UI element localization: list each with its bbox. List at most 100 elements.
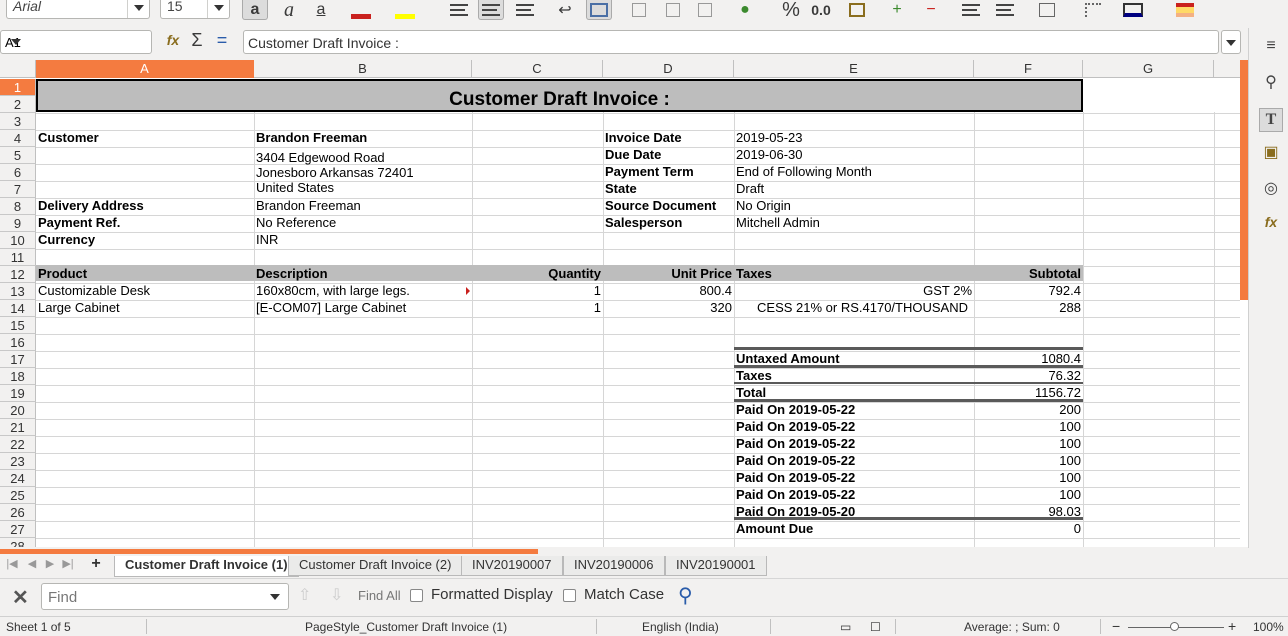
row-header-4[interactable]: 4 xyxy=(0,130,36,147)
invoice-title-cell[interactable]: Customer Draft Invoice : xyxy=(36,79,1083,112)
currency-value[interactable]: INR xyxy=(254,231,472,248)
row-header-5[interactable]: 5 xyxy=(0,147,36,164)
tab-inv20190007[interactable]: INV20190007 xyxy=(461,556,563,576)
find-input[interactable]: Find xyxy=(41,583,289,610)
due-date-value[interactable]: 2019-06-30 xyxy=(734,146,974,163)
zoom-slider-handle[interactable] xyxy=(1170,622,1179,631)
chevron-down-icon[interactable] xyxy=(207,0,229,18)
totals-value[interactable]: 100 xyxy=(974,435,1083,452)
source-document-value[interactable]: No Origin xyxy=(734,197,974,214)
column-header-g[interactable]: G xyxy=(1083,60,1214,78)
invoice-date-label[interactable]: Invoice Date xyxy=(603,129,734,146)
date-format-button[interactable] xyxy=(844,0,870,20)
column-header-f[interactable]: F xyxy=(974,60,1083,78)
add-decimal-button[interactable]: + xyxy=(884,0,910,20)
row-header-12[interactable]: 12 xyxy=(0,266,36,283)
zoom-out-icon[interactable]: − xyxy=(1112,618,1120,634)
totals-value[interactable]: 100 xyxy=(974,418,1083,435)
row-header-14[interactable]: 14 xyxy=(0,300,36,317)
row-header-13[interactable]: 13 xyxy=(0,283,36,300)
row-header-15[interactable]: 15 xyxy=(0,317,36,334)
zoom-level[interactable]: 100% xyxy=(1253,620,1284,634)
functions-icon[interactable]: fx xyxy=(1259,210,1283,234)
column-header-c[interactable]: C xyxy=(472,60,603,78)
vertical-scrollbar[interactable] xyxy=(1240,60,1248,547)
unit-price-header[interactable]: Unit Price xyxy=(603,265,734,282)
totals-value[interactable]: 100 xyxy=(974,469,1083,486)
row-header-11[interactable]: 11 xyxy=(0,249,36,266)
expand-formula-bar-button[interactable] xyxy=(1221,30,1241,54)
line-1-taxes[interactable]: GST 2% xyxy=(734,282,974,299)
line-1-description[interactable]: 160x80cm, with large legs. xyxy=(254,282,472,299)
align-left-button[interactable] xyxy=(446,0,472,20)
language[interactable]: English (India) xyxy=(642,620,719,634)
italic-button[interactable]: a xyxy=(276,0,302,21)
line-2-taxes[interactable]: CESS 21% or RS.4170/THOUSAND xyxy=(734,299,974,316)
find-previous-icon[interactable]: ⇧ xyxy=(298,585,311,605)
name-box[interactable]: A1 xyxy=(0,30,152,54)
increase-indent-button[interactable] xyxy=(958,0,984,20)
add-sheet-icon[interactable]: + xyxy=(90,555,102,572)
bold-button[interactable]: a xyxy=(242,0,268,20)
column-header-d[interactable]: D xyxy=(603,60,734,78)
chevron-down-icon[interactable] xyxy=(127,0,149,18)
line-2-quantity[interactable]: 1 xyxy=(472,299,603,316)
row-header-21[interactable]: 21 xyxy=(0,419,36,436)
customer-label[interactable]: Customer xyxy=(36,129,254,146)
align-center-button[interactable] xyxy=(478,0,504,20)
line-1-quantity[interactable]: 1 xyxy=(472,282,603,299)
delivery-address-value[interactable]: Brandon Freeman xyxy=(254,197,472,214)
state-value[interactable]: Draft xyxy=(734,180,974,197)
align-right-button[interactable] xyxy=(512,0,538,20)
totals-label[interactable]: Paid On 2019-05-22 xyxy=(734,452,974,469)
currency-format-button[interactable]: ● xyxy=(732,0,758,20)
formula-button[interactable]: = xyxy=(209,30,235,50)
navigator-compass-icon[interactable]: ◎ xyxy=(1259,176,1283,200)
row-header-7[interactable]: 7 xyxy=(0,181,36,198)
prev-sheet-icon[interactable]: ◀ xyxy=(26,557,38,571)
address-line3[interactable]: United States xyxy=(254,180,472,195)
line-2-subtotal[interactable]: 288 xyxy=(974,299,1083,316)
totals-value[interactable]: 100 xyxy=(974,452,1083,469)
row-header-18[interactable]: 18 xyxy=(0,368,36,385)
line-2-description[interactable]: [E-COM07] Large Cabinet xyxy=(254,299,472,316)
selection-mode-icon[interactable]: ▭ xyxy=(840,620,851,634)
chevron-down-icon[interactable] xyxy=(5,31,27,53)
highlight-color-button[interactable] xyxy=(392,0,418,20)
totals-label[interactable]: Paid On 2019-05-22 xyxy=(734,486,974,503)
product-header[interactable]: Product xyxy=(36,265,254,282)
merge-cells-button[interactable] xyxy=(586,0,612,20)
row-header-9[interactable]: 9 xyxy=(0,215,36,232)
delete-decimal-button[interactable]: − xyxy=(918,0,944,20)
row-header-6[interactable]: 6 xyxy=(0,164,36,181)
find-replace-icon[interactable]: ⚲ xyxy=(678,583,693,608)
due-date-label[interactable]: Due Date xyxy=(603,146,734,163)
payment-ref-value[interactable]: No Reference xyxy=(254,214,472,231)
tab-inv20190006[interactable]: INV20190006 xyxy=(563,556,665,576)
salesperson-label[interactable]: Salesperson xyxy=(603,214,734,231)
first-sheet-icon[interactable]: |◀ xyxy=(6,557,18,571)
totals-label[interactable]: Paid On 2019-05-22 xyxy=(734,435,974,452)
last-sheet-icon[interactable]: ▶| xyxy=(62,557,74,571)
conditional-format-button[interactable] xyxy=(1172,0,1198,20)
match-case-checkbox[interactable] xyxy=(563,589,576,602)
zoom-in-icon[interactable]: + xyxy=(1228,618,1236,634)
row-header-2[interactable]: 2 xyxy=(0,96,36,113)
row-header-20[interactable]: 20 xyxy=(0,402,36,419)
line-1-unit-price[interactable]: 800.4 xyxy=(603,282,734,299)
page-style[interactable]: PageStyle_Customer Draft Invoice (1) xyxy=(305,620,507,634)
taxes-header[interactable]: Taxes xyxy=(734,265,974,282)
align-bottom-button[interactable] xyxy=(692,0,718,20)
close-find-bar-icon[interactable]: ✕ xyxy=(12,585,29,610)
spreadsheet-grid[interactable]: A B C D E F G 1 2 3 4 5 6 7 8 9 10 11 12 13 14 15 16 17 1… xyxy=(0,60,1240,547)
column-header-b[interactable]: B xyxy=(254,60,472,78)
horizontal-scrollbar[interactable] xyxy=(0,549,538,554)
row-header-17[interactable]: 17 xyxy=(0,351,36,368)
row-header-3[interactable]: 3 xyxy=(0,113,36,130)
row-header-25[interactable]: 25 xyxy=(0,487,36,504)
salesperson-value[interactable]: Mitchell Admin xyxy=(734,214,974,231)
border-color-button[interactable] xyxy=(1120,0,1146,20)
align-top-button[interactable] xyxy=(626,0,652,20)
totals-value[interactable]: 0 xyxy=(974,520,1083,537)
formatted-display-checkbox[interactable] xyxy=(410,589,423,602)
